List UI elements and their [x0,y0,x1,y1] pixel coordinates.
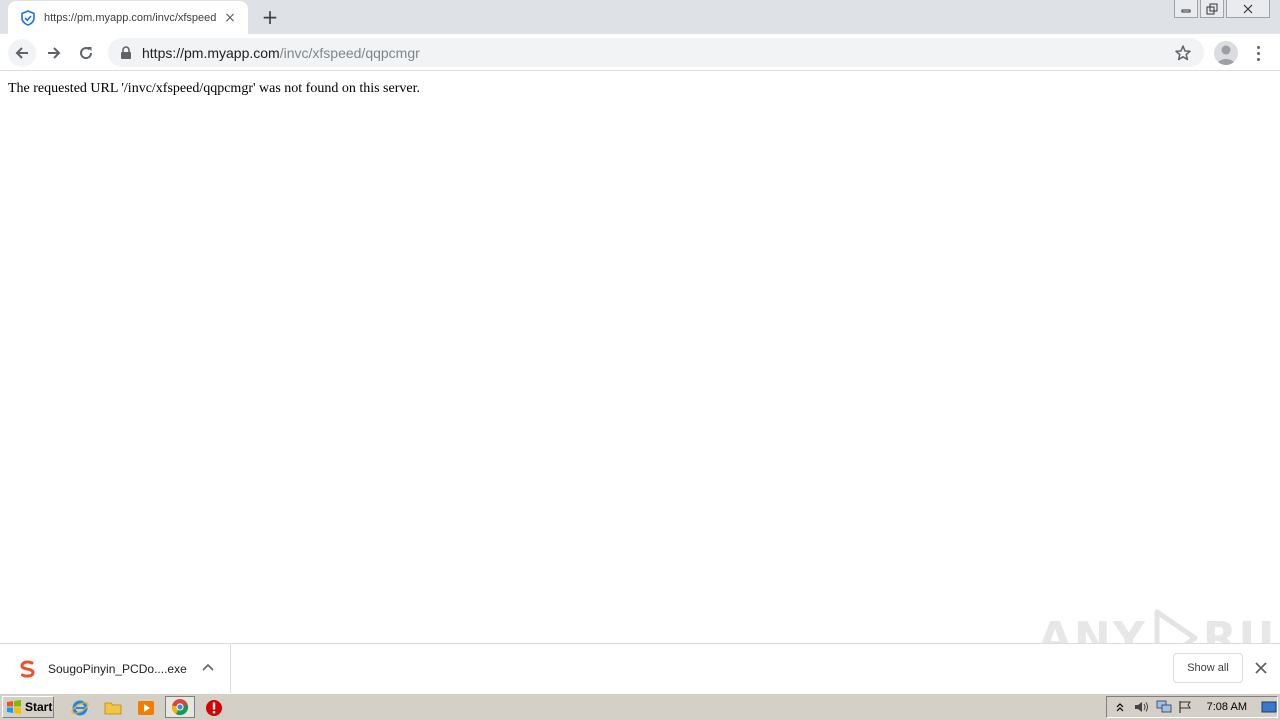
sogou-file-icon [20,660,35,678]
profile-avatar[interactable] [1214,41,1238,65]
dot-icon [1256,45,1260,49]
window-controls [1174,0,1270,20]
shield-icon [21,9,35,26]
close-icon[interactable] [1253,660,1269,676]
system-tray: 7:08 AM [1106,696,1278,718]
forward-button[interactable] [40,39,68,67]
arrow-right-icon [48,47,61,59]
show-all-button[interactable]: Show all [1173,653,1243,683]
tray-action-center-button[interactable] [1178,699,1193,715]
tray-expand-button[interactable] [1113,699,1128,715]
close-icon [1243,4,1253,13]
tray-volume-button[interactable] [1134,699,1150,715]
dot-icon [1256,57,1260,61]
taskbar-explorer-button[interactable] [103,698,123,718]
url-path: /invc/xfspeed/qqpcmgr [279,44,420,61]
download-file-name: SougoPinyin_PCDo....exe [48,661,187,676]
red-exclamation-icon [206,700,222,716]
start-button[interactable]: Start [2,696,54,718]
star-icon[interactable] [1174,44,1192,62]
chevron-up-icon[interactable] [200,660,216,676]
window-close-button[interactable] [1226,0,1270,18]
folder-icon [104,702,122,715]
reload-icon [80,47,93,60]
show-desktop-button[interactable] [1261,699,1277,715]
restore-button[interactable] [1200,0,1224,18]
chrome-icon [172,699,189,716]
speaker-icon [1134,702,1148,712]
chevron-up-icon [1116,703,1124,712]
windows-logo-icon [7,700,21,714]
browser-tab[interactable]: https://pm.myapp.com/invc/xfspeed/qqpcmg… [8,1,248,34]
internet-explorer-icon [71,700,89,716]
taskbar: Start 7:08 AM [0,693,1280,720]
not-found-message: The requested URL '/invc/xfspeed/qqpcmgr… [8,81,420,96]
minimize-icon [1181,9,1191,12]
taskbar-alert-app-button[interactable] [204,698,224,718]
taskbar-media-player-button[interactable] [136,698,156,718]
back-button[interactable] [8,39,36,67]
reload-button[interactable] [72,39,100,67]
restore-icon [1206,3,1218,14]
lock-icon[interactable] [120,45,132,60]
network-icon [1156,700,1172,713]
url-text: https://pm.myapp.com/invc/xfspeed/qqpcmg… [142,45,420,61]
taskbar-ie-button[interactable] [70,698,90,718]
desktop-icon [1261,701,1277,713]
tab-close-icon[interactable]: × [222,10,238,26]
tray-network-button[interactable] [1156,699,1172,715]
new-tab-button[interactable]: + [258,5,282,29]
clock[interactable]: 7:08 AM [1207,701,1247,713]
arrow-left-icon [15,47,28,59]
start-label: Start [25,700,53,714]
url-host: https://pm.myapp.com [142,44,280,61]
kebab-menu-button[interactable] [1250,42,1266,64]
minimize-button[interactable] [1174,0,1198,18]
address-bar[interactable]: https://pm.myapp.com/invc/xfspeed/qqpcmg… [108,38,1204,67]
media-player-icon [138,701,154,715]
download-item[interactable]: SougoPinyin_PCDo....exe [0,644,231,693]
taskbar-chrome-button[interactable] [165,696,195,718]
tab-strip: https://pm.myapp.com/invc/xfspeed/qqpcmg… [0,0,1280,34]
flag-icon [1179,701,1192,713]
dot-icon [1256,51,1260,55]
download-shelf: SougoPinyin_PCDo....exe Show all [0,643,1280,693]
tab-title: https://pm.myapp.com/invc/xfspeed/qqpcmg… [44,11,216,24]
browser-toolbar: https://pm.myapp.com/invc/xfspeed/qqpcmg… [0,34,1280,71]
page-content: The requested URL '/invc/xfspeed/qqpcmgr… [0,72,1280,643]
person-icon [1217,45,1235,65]
